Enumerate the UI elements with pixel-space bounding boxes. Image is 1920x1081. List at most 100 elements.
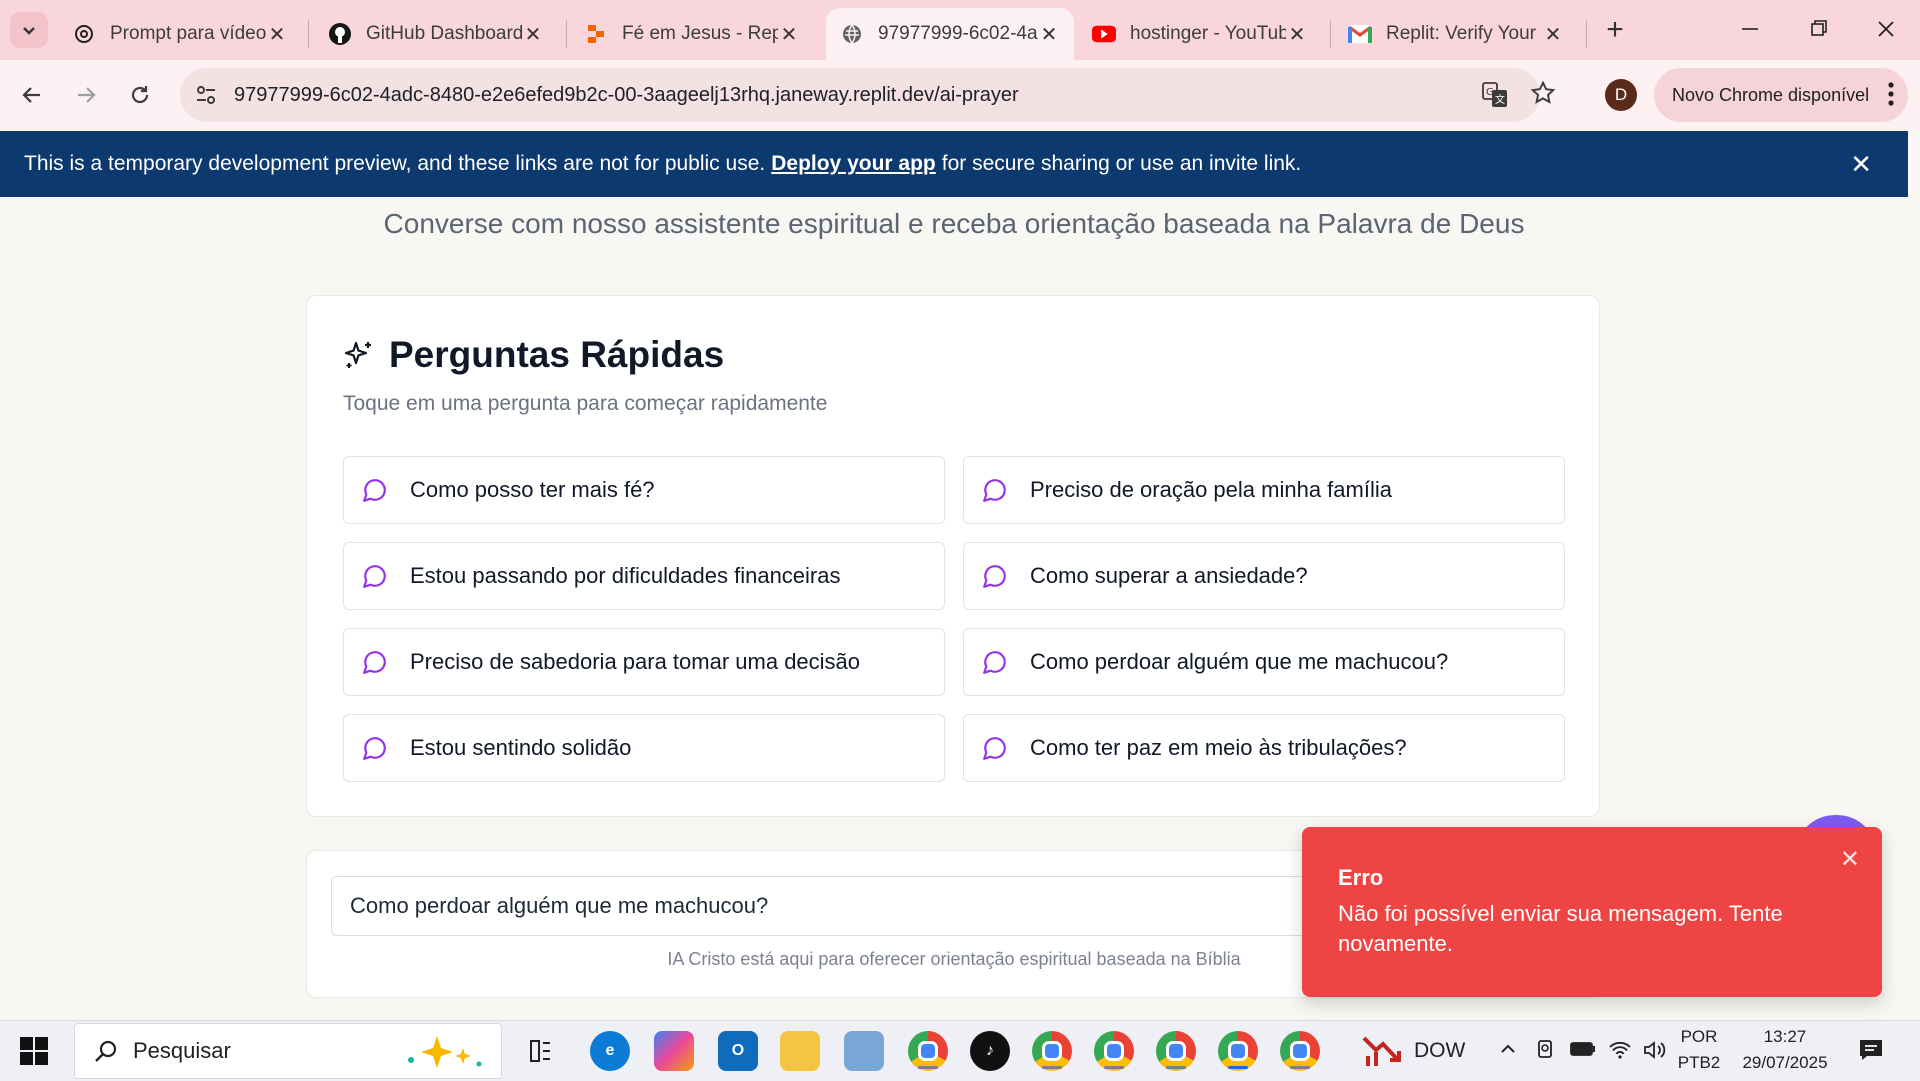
close-tab-icon[interactable]: ✕: [778, 22, 800, 47]
quick-question-button[interactable]: Como posso ter mais fé?: [343, 456, 945, 524]
edge-icon[interactable]: e: [590, 1031, 630, 1071]
tab-title: 97977999-6c02-4a: [878, 23, 1038, 44]
quick-question-label: Como ter paz em meio às tribulações?: [1030, 735, 1407, 760]
minimize-icon: [1742, 28, 1758, 30]
close-icon[interactable]: ✕: [1850, 149, 1872, 180]
volume-icon[interactable]: [1642, 1039, 1666, 1066]
quick-question-button[interactable]: Preciso de oração pela minha família: [963, 456, 1565, 524]
tiktok-icon[interactable]: ♪: [970, 1031, 1010, 1071]
clock-date[interactable]: 29/07/2025: [1730, 1053, 1840, 1073]
restore-icon: [1811, 20, 1827, 36]
quick-question-label: Estou sentindo solidão: [410, 735, 632, 760]
stock-down-icon: [1362, 1036, 1401, 1066]
message-circle-icon: [983, 651, 1006, 674]
chrome-profile-h-icon[interactable]: [1094, 1031, 1134, 1071]
svg-text:文: 文: [1495, 93, 1505, 106]
quick-question-button[interactable]: Preciso de sabedoria para tomar uma deci…: [343, 628, 945, 696]
quick-question-label: Como superar a ansiedade?: [1030, 563, 1308, 588]
browser-tab[interactable]: GitHub Dashboard ✕: [314, 8, 558, 60]
quick-question-button[interactable]: Estou sentindo solidão: [343, 714, 945, 782]
chevron-down-icon: [23, 27, 35, 35]
message-circle-icon: [983, 737, 1006, 760]
tab-title: Fé em Jesus - Repl: [622, 23, 778, 44]
close-tab-icon[interactable]: ✕: [1286, 22, 1308, 47]
message-circle-icon: [363, 479, 386, 502]
page-subtitle: Converse com nosso assistente espiritual…: [383, 208, 1525, 239]
youtube-icon: [1092, 22, 1116, 46]
stock-widget[interactable]: DOW: [1362, 1031, 1465, 1071]
browser-tab[interactable]: hostinger - YouTub ✕: [1078, 8, 1322, 60]
url-text: 97977999-6c02-4adc-8480-e2e6efed9b2c-00-…: [234, 83, 1019, 106]
banner-text: This is a temporary development preview,…: [24, 152, 766, 175]
taskbar-search[interactable]: Pesquisar: [74, 1023, 502, 1079]
browser-tab-active[interactable]: 97977999-6c02-4a ✕: [826, 8, 1074, 60]
chrome-update-button[interactable]: Novo Chrome disponível: [1654, 68, 1908, 122]
file-explorer-icon[interactable]: [780, 1031, 820, 1071]
forward-button[interactable]: [68, 77, 104, 113]
chrome-icon[interactable]: [908, 1031, 948, 1071]
toast-message: Não foi possível enviar sua mensagem. Te…: [1338, 901, 1783, 956]
outlook-icon[interactable]: O: [718, 1031, 758, 1071]
tab-search-button[interactable]: [10, 12, 48, 48]
more-vert-icon[interactable]: [1888, 81, 1894, 112]
openai-icon: [72, 22, 96, 46]
battery-icon[interactable]: [1570, 1041, 1596, 1062]
input-language[interactable]: POR: [1680, 1027, 1718, 1047]
windows-logo-icon: [20, 1037, 48, 1065]
minimize-button[interactable]: [1730, 14, 1770, 44]
chrome-profile-d-icon[interactable]: [1218, 1031, 1258, 1071]
notifications-icon[interactable]: [1858, 1038, 1884, 1067]
tab-title: Prompt para vídeo: [110, 23, 266, 44]
site-settings-icon[interactable]: [194, 83, 218, 112]
laptop-app-icon[interactable]: [844, 1031, 884, 1071]
copilot-icon[interactable]: [654, 1031, 694, 1071]
browser-tab[interactable]: Fé em Jesus - Repl ✕: [570, 8, 814, 60]
arrow-right-icon: [78, 87, 96, 103]
message-circle-icon: [363, 737, 386, 760]
quick-question-label: Como posso ter mais fé?: [410, 477, 655, 502]
back-button[interactable]: [14, 77, 50, 113]
keyboard-layout[interactable]: PTB2: [1676, 1053, 1722, 1073]
new-tab-button[interactable]: +: [1598, 14, 1632, 48]
browser-tab[interactable]: Prompt para vídeo ✕: [58, 8, 302, 60]
deploy-app-link[interactable]: Deploy your app: [771, 152, 936, 176]
quick-question-button[interactable]: Como perdoar alguém que me machucou?: [963, 628, 1565, 696]
close-window-button[interactable]: [1866, 14, 1906, 44]
dev-preview-banner: This is a temporary development preview,…: [0, 131, 1908, 197]
arrow-left-icon: [22, 87, 40, 103]
meet-icon[interactable]: [1534, 1038, 1556, 1065]
tab-title: Replit: Verify Your: [1386, 23, 1536, 44]
translate-icon[interactable]: G文: [1482, 82, 1508, 113]
wifi-icon[interactable]: [1608, 1039, 1632, 1064]
address-bar[interactable]: 97977999-6c02-4adc-8480-e2e6efed9b2c-00-…: [180, 68, 1540, 122]
browser-tab[interactable]: Replit: Verify Your ✕: [1334, 8, 1578, 60]
quick-question-label: Estou passando por dificuldades financei…: [410, 563, 841, 588]
task-view-icon[interactable]: [520, 1031, 560, 1071]
quick-question-button[interactable]: Estou passando por dificuldades financei…: [343, 542, 945, 610]
github-icon: [328, 22, 352, 46]
profile-avatar[interactable]: D: [1605, 79, 1637, 111]
start-button[interactable]: [20, 1037, 48, 1065]
clock-time[interactable]: 13:27: [1730, 1027, 1840, 1047]
quick-questions-title: Perguntas Rápidas: [389, 334, 725, 375]
chevron-up-icon[interactable]: [1500, 1041, 1516, 1059]
bookmark-star-icon[interactable]: [1530, 80, 1556, 111]
windows-taskbar: Pesquisar e O ♪ DOW POR PTB2 13:27 29/07…: [0, 1020, 1920, 1081]
close-tab-icon[interactable]: ✕: [522, 22, 544, 47]
taskbar-search-label: Pesquisar: [133, 1038, 231, 1063]
close-tab-icon[interactable]: ✕: [266, 22, 288, 47]
chrome-profile-e-icon[interactable]: [1280, 1031, 1320, 1071]
message-circle-icon: [983, 479, 1006, 502]
restore-button[interactable]: [1798, 14, 1838, 44]
reload-button[interactable]: [122, 77, 158, 113]
quick-question-button[interactable]: Como superar a ansiedade?: [963, 542, 1565, 610]
close-icon[interactable]: ✕: [1840, 845, 1860, 874]
close-tab-icon[interactable]: ✕: [1542, 22, 1564, 47]
close-icon: [1878, 21, 1894, 37]
stock-widget-label: DOW: [1414, 1039, 1466, 1062]
chrome-profile-c-icon[interactable]: [1032, 1031, 1072, 1071]
close-tab-icon[interactable]: ✕: [1038, 22, 1060, 47]
chrome-profile-f-icon[interactable]: [1156, 1031, 1196, 1071]
error-toast: Erro Não foi possível enviar sua mensage…: [1302, 827, 1882, 997]
quick-question-button[interactable]: Como ter paz em meio às tribulações?: [963, 714, 1565, 782]
